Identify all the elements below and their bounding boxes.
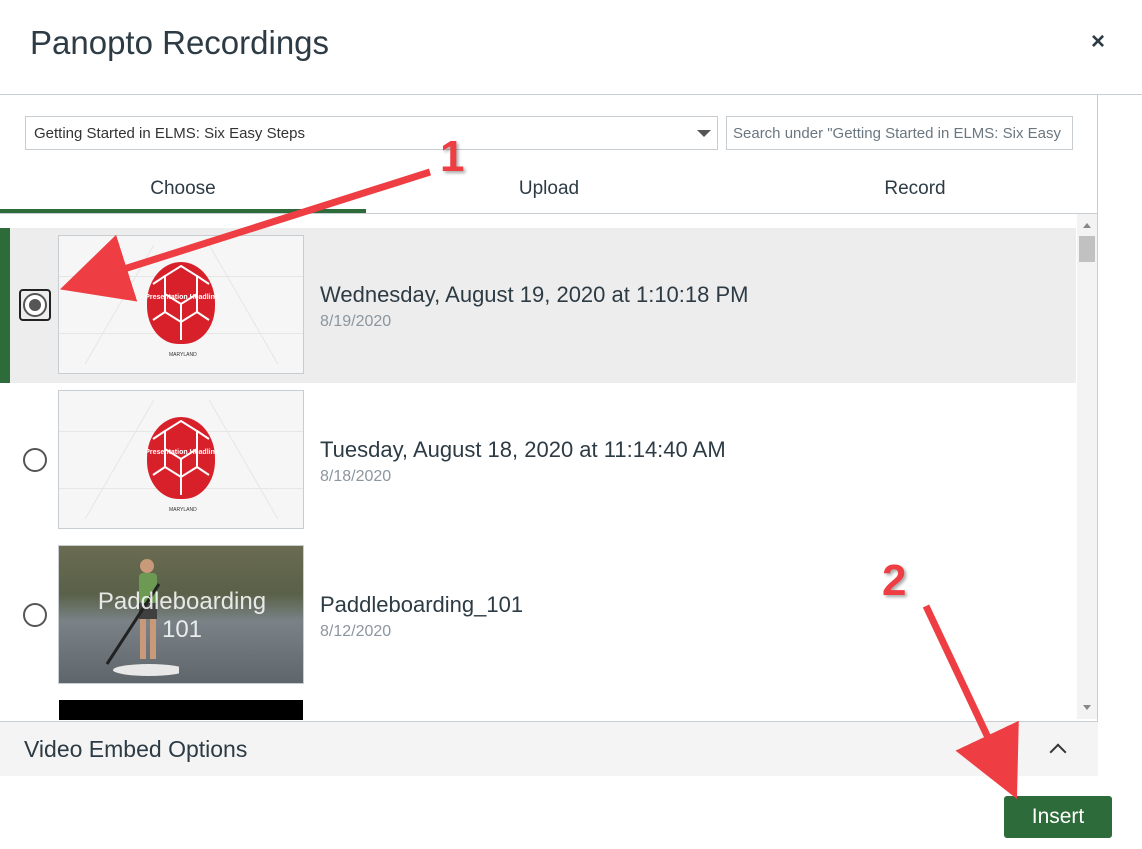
selection-indicator [0, 228, 10, 383]
recording-title[interactable]: Tuesday, August 18, 2020 at 11:14:40 AM [320, 437, 726, 463]
thumbnail-logo: MARYLAND [169, 352, 197, 358]
thumbnail-title-line2: 101 [161, 616, 203, 643]
chevron-down-icon [697, 130, 711, 137]
tab-record[interactable]: Record [732, 170, 1098, 214]
insert-button[interactable]: Insert [1004, 796, 1112, 838]
recording-thumbnail[interactable]: Presentation Headline MARYLAND [58, 235, 304, 374]
scroll-thumb[interactable] [1079, 236, 1095, 262]
tab-upload[interactable]: Upload [366, 170, 732, 214]
recording-thumbnail[interactable]: Presentation Headline MARYLAND [58, 390, 304, 529]
thumbnail-title-line1: Paddleboarding [97, 588, 267, 615]
recording-thumbnail[interactable]: Paddleboarding 101 [58, 545, 304, 684]
video-embed-options[interactable]: Video Embed Options [0, 721, 1098, 776]
thumbnail-headline: Presentation Headline [145, 449, 219, 456]
embed-options-label: Video Embed Options [24, 736, 248, 762]
list-item[interactable]: Paddleboarding 101 Paddleboarding_101 8/… [0, 538, 1076, 693]
annotation-step-1: 1 [440, 132, 465, 181]
recording-date: 8/18/2020 [320, 468, 392, 485]
tabs-divider [0, 213, 1098, 214]
scroll-up-icon[interactable] [1083, 223, 1091, 228]
tab-choose[interactable]: Choose [0, 170, 366, 214]
radio-button[interactable] [23, 603, 47, 627]
folder-select[interactable]: Getting Started in ELMS: Six Easy Steps [25, 116, 718, 150]
recording-date: 8/12/2020 [320, 623, 392, 640]
search-input[interactable] [726, 116, 1073, 150]
list-item[interactable]: Presentation Headline MARYLAND Tuesday, … [0, 383, 1076, 538]
thumbnail-logo: MARYLAND [169, 507, 197, 513]
list-scrollbar[interactable] [1077, 214, 1097, 719]
thumbnail-headline: Presentation Headline [145, 294, 219, 301]
folder-select-value: Getting Started in ELMS: Six Easy Steps [34, 125, 305, 142]
chevron-up-icon[interactable] [1049, 743, 1067, 761]
recording-thumbnail-partial[interactable] [59, 700, 303, 720]
recordings-list[interactable]: Presentation Headline MARYLAND Wednesday… [0, 228, 1076, 720]
annotation-step-2: 2 [882, 556, 907, 605]
scroll-down-icon[interactable] [1083, 705, 1091, 710]
dialog-title: Panopto Recordings [30, 24, 330, 61]
close-icon[interactable]: × [1084, 28, 1112, 56]
list-item[interactable]: Presentation Headline MARYLAND Wednesday… [0, 228, 1076, 383]
recording-title[interactable]: Wednesday, August 19, 2020 at 1:10:18 PM [320, 282, 748, 308]
radio-button[interactable] [23, 448, 47, 472]
recording-date: 8/19/2020 [320, 313, 392, 330]
recording-title[interactable]: Paddleboarding_101 [320, 592, 523, 618]
radio-button[interactable] [23, 293, 47, 317]
shell-pattern-icon [152, 264, 210, 340]
shell-pattern-icon [152, 419, 210, 495]
